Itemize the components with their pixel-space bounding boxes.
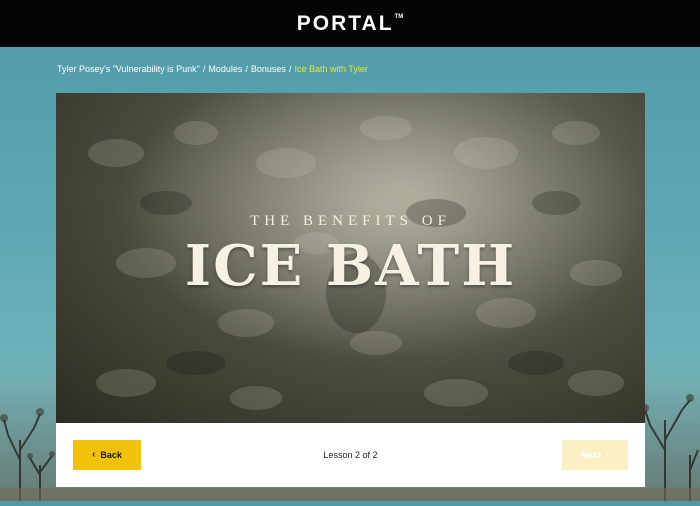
next-button-label: Next	[581, 450, 601, 460]
breadcrumb-separator: /	[288, 64, 292, 74]
next-button[interactable]: Next ›	[562, 440, 628, 470]
breadcrumb: Tyler Posey's "Vulnerability is Punk" / Mo…	[57, 64, 368, 74]
breadcrumb-item-modules[interactable]: Modules	[208, 64, 242, 74]
logo-trademark: TM	[394, 13, 404, 20]
video-title: ICE BATH	[184, 233, 517, 299]
portal-logo[interactable]: PORTAL TM	[297, 12, 403, 36]
top-bar: PORTAL TM	[0, 0, 700, 47]
video-subtitle: THE BENEFITS OF	[250, 213, 451, 229]
lesson-navigation-bar: ‹ Back Lesson 2 of 2 Next ›	[56, 423, 645, 487]
video-player[interactable]: THE BENEFITS OF ICE BATH	[56, 93, 645, 423]
logo-text: PORTAL	[296, 11, 394, 35]
chevron-right-icon: ›	[605, 449, 609, 460]
breadcrumb-current: Ice Bath with Tyler	[294, 64, 368, 74]
breadcrumb-separator: /	[245, 64, 248, 74]
breadcrumb-separator: /	[202, 64, 206, 74]
breadcrumb-item-course[interactable]: Tyler Posey's "Vulnerability is Punk"	[57, 64, 200, 74]
breadcrumb-item-bonuses[interactable]: Bonuses	[251, 64, 286, 74]
lesson-counter: Lesson 2 of 2	[323, 450, 378, 460]
